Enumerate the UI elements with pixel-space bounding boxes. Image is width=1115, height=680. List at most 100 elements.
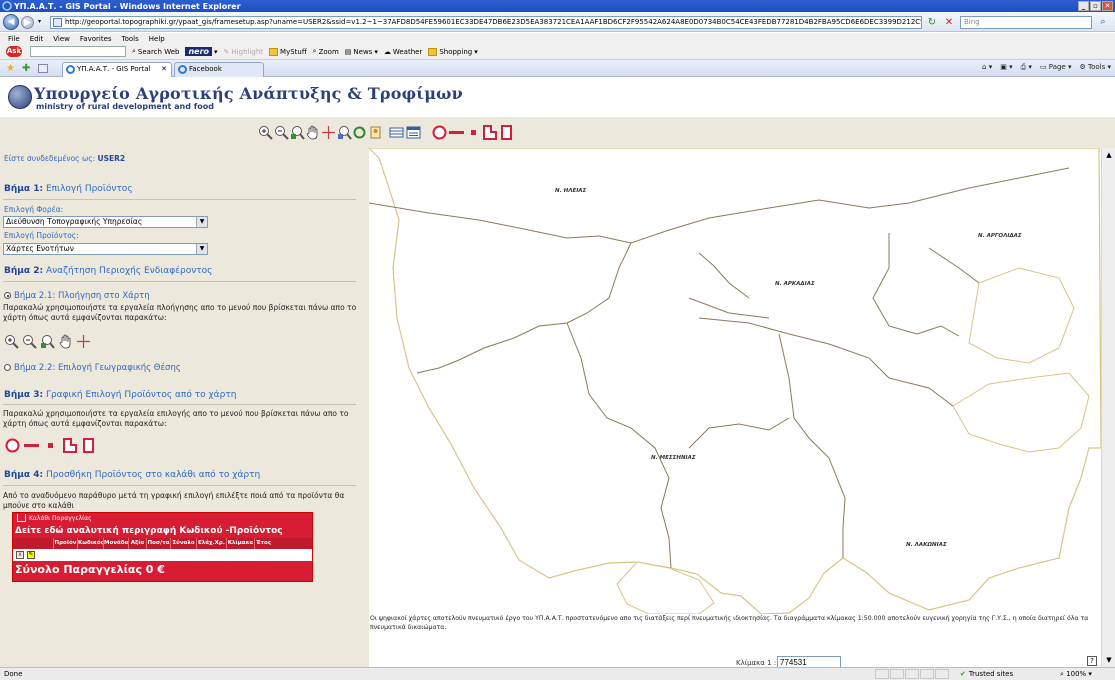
history-dropdown-icon[interactable]: ▾: [38, 18, 41, 25]
zoom-area-icon[interactable]: [40, 334, 55, 349]
minimize-button[interactable]: _: [1078, 1, 1089, 11]
legend-icon[interactable]: [406, 125, 421, 140]
tab-facebook[interactable]: Facebook: [174, 62, 264, 77]
tab-gis-portal[interactable]: ΥΠ.Α.Α.Τ. - GIS Portal ✕: [62, 62, 172, 77]
delete-row-icon[interactable]: x: [16, 551, 24, 559]
select-rectangle-icon[interactable]: [81, 438, 96, 453]
select-point-icon[interactable]: [466, 125, 481, 140]
zoom-button[interactable]: ⌕ Zoom: [313, 47, 339, 56]
pan-hand-icon[interactable]: [58, 334, 73, 349]
navigate-map-desc-2: χάρτη όπως αυτά εμφανίζονται παρακάτω:: [3, 313, 167, 322]
address-input[interactable]: http://geoportal.topographiki.gr/ypaat_g…: [50, 16, 922, 29]
cart-col-value: Αξία: [128, 538, 146, 549]
shopping-button[interactable]: Shopping ▾: [428, 47, 478, 56]
zoom-out-icon[interactable]: [274, 125, 289, 140]
ask-logo[interactable]: Ask: [6, 46, 22, 57]
stop-icon[interactable]: ✕: [942, 16, 956, 29]
toolbar-search-input[interactable]: [30, 46, 126, 57]
weather-button[interactable]: ☁ Weather: [384, 48, 422, 56]
navigate-map-option[interactable]: Βήμα 2.1: Πλοήγηση στο Χάρτη: [4, 291, 150, 301]
scroll-down-icon[interactable]: ▼: [1104, 655, 1114, 665]
menu-view[interactable]: View: [53, 35, 70, 43]
maximize-button[interactable]: ▫: [1090, 1, 1101, 11]
search-input[interactable]: Bing: [960, 16, 1092, 29]
close-window-button[interactable]: ✕: [1102, 1, 1113, 11]
news-label: News: [353, 47, 373, 56]
identify-icon[interactable]: [368, 125, 383, 140]
search-icon: ⌕: [132, 47, 136, 55]
home-icon[interactable]: ⌂ ▾: [982, 63, 992, 72]
select-circle-icon[interactable]: [5, 438, 20, 453]
carrier-select[interactable]: Διεύθυνση Τοπογραφικής Υπηρεσίας ▼: [3, 216, 208, 228]
zoom-in-icon[interactable]: [4, 334, 19, 349]
print-icon[interactable]: ⎙ ▾: [1021, 63, 1032, 72]
product-select[interactable]: Χάρτες Ενοτήτων ▼: [3, 243, 208, 255]
layers-icon[interactable]: [389, 125, 404, 140]
zoom-in-icon[interactable]: [258, 125, 273, 140]
product-details-link[interactable]: Δείτε εδώ αναλυτική περιγραφή Κωδικού -Π…: [13, 524, 312, 538]
select-line-icon[interactable]: [449, 125, 464, 140]
zoom-layer-icon[interactable]: [337, 125, 352, 140]
center-cross-icon[interactable]: [321, 125, 336, 140]
status-text: Done: [4, 670, 23, 678]
search-icon[interactable]: ⌕: [1096, 16, 1110, 29]
select-line-icon[interactable]: [24, 438, 39, 453]
menu-favorites[interactable]: Favorites: [80, 35, 112, 43]
quick-tabs-icon[interactable]: [38, 64, 48, 73]
close-tab-icon[interactable]: ✕: [161, 63, 167, 76]
check-icon: ✔: [960, 670, 966, 678]
vertical-scrollbar[interactable]: ▲ ▼: [1101, 148, 1115, 667]
shopping-label: Shopping: [439, 47, 473, 56]
add-favorite-icon[interactable]: ✚: [22, 63, 30, 74]
favorites-star-icon[interactable]: ★: [6, 63, 15, 74]
help-button[interactable]: ?: [1087, 656, 1097, 666]
highlight-button[interactable]: ✎ Highlight: [224, 48, 263, 56]
map-canvas[interactable]: [369, 148, 1101, 614]
search-web-button[interactable]: ⌕ Search Web: [132, 47, 179, 56]
step4-desc-1: Από το αναδυόμενο παράθυρο μετά τη γραφι…: [3, 491, 345, 500]
step4-heading: Βήμα 4: Προσθήκη Προϊόντος στο καλάθι απ…: [4, 470, 260, 480]
map-label-argolida: Ν. ΑΡΓΟΛΙΔΑΣ: [978, 233, 1022, 239]
select-circle-icon[interactable]: [432, 125, 447, 140]
menu-file[interactable]: File: [8, 35, 20, 43]
navigate-map-radio[interactable]: [4, 292, 11, 299]
zoom-area-icon[interactable]: [290, 125, 305, 140]
folder-icon: [269, 47, 279, 56]
scroll-up-icon[interactable]: ▲: [1104, 150, 1114, 160]
page-menu[interactable]: ▭ Page ▾: [1040, 63, 1072, 72]
nero-button[interactable]: nero ▾: [185, 47, 218, 56]
carrier-label: Επιλογή Φορέα:: [4, 205, 64, 214]
refresh-icon[interactable]: ↻: [925, 16, 939, 29]
select-polygon-icon[interactable]: [482, 125, 497, 140]
select-point-icon[interactable]: [43, 438, 58, 453]
tools-menu[interactable]: ⚙ Tools ▾: [1079, 63, 1111, 72]
logged-in-user: USER2: [97, 154, 126, 163]
center-cross-icon[interactable]: [76, 334, 91, 349]
menu-tools[interactable]: Tools: [122, 35, 139, 43]
map-view[interactable]: Ν. ΗΛΕΙΑΣ Ν. ΑΡΓΟΛΙΔΑΣ Ν. ΑΡΚΑΔΙΑΣ Ν. ΜΕ…: [369, 148, 1101, 667]
divider: [3, 281, 356, 282]
security-zone[interactable]: ✔ Trusted sites: [960, 670, 1013, 678]
menu-help[interactable]: Help: [149, 35, 165, 43]
zoom-out-icon[interactable]: [22, 334, 37, 349]
map-label-arkadia: Ν. ΑΡΚΑΔΙΑΣ: [775, 281, 815, 287]
select-polygon-icon[interactable]: [62, 438, 77, 453]
forward-button[interactable]: ▶: [21, 16, 34, 29]
step4-prefix: Βήμα 4:: [4, 470, 44, 480]
geo-location-radio[interactable]: [4, 364, 11, 371]
news-button[interactable]: ▤ News ▾: [345, 48, 378, 56]
geo-location-option[interactable]: Βήμα 2.2: Επιλογή Γεωγραφικής Θέσης: [4, 363, 181, 373]
step3-title: Γραφική Επιλογή Προϊόντος από το χάρτη: [45, 390, 237, 400]
back-button[interactable]: ◀: [3, 14, 19, 30]
pan-hand-icon[interactable]: [305, 125, 320, 140]
feeds-icon[interactable]: ▣ ▾: [1000, 63, 1012, 72]
zoom-icon: ⌕: [312, 47, 317, 55]
refresh-map-icon[interactable]: [352, 125, 367, 140]
menu-edit[interactable]: Edit: [30, 35, 44, 43]
step1-title: Επιλογή Προϊόντος: [45, 184, 133, 194]
select-rectangle-icon[interactable]: [499, 125, 514, 140]
zoom-level[interactable]: ⌕ 100% ▾: [1060, 670, 1092, 679]
edit-row-icon[interactable]: ✎: [27, 551, 35, 559]
ask-toolbar: Ask ⌕ Search Web nero ▾ ✎ Highlight MyStuff…: [0, 44, 1115, 60]
mystuff-button[interactable]: MyStuff: [269, 47, 307, 56]
